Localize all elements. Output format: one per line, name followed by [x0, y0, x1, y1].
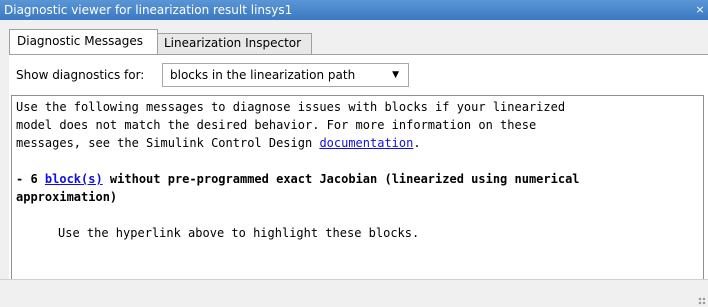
- intro-line-1: Use the following messages to diagnose i…: [16, 100, 566, 114]
- dropdown-selected-value: blocks in the linearization path: [170, 68, 356, 82]
- tab-linearization-inspector[interactable]: Linearization Inspector: [158, 33, 312, 54]
- window-titlebar: Diagnostic viewer for linearization resu…: [0, 0, 708, 20]
- diagnostic-item-continued: approximation): [16, 190, 118, 204]
- diagnostic-messages-panel: Show diagnostics for: blocks in the line…: [9, 54, 708, 307]
- filter-row: Show diagnostics for: blocks in the line…: [9, 55, 708, 95]
- blocks-link[interactable]: block(s): [45, 172, 103, 186]
- close-icon[interactable]: ×: [694, 0, 706, 20]
- item-prefix: - 6: [16, 172, 45, 186]
- intro-line-3-suffix: .: [413, 136, 421, 150]
- item-description: without pre-programmed exact Jacobian (l…: [102, 172, 580, 186]
- highlight-hint: Use the hyperlink above to highlight the…: [58, 226, 420, 240]
- intro-line-2: model does not match the desired behavio…: [16, 118, 537, 132]
- tab-strip: Diagnostic Messages Linearization Inspec…: [0, 20, 708, 54]
- show-diagnostics-label: Show diagnostics for:: [16, 68, 145, 82]
- intro-line-3: messages, see the Simulink Control Desig…: [16, 134, 421, 152]
- status-bar: [0, 279, 708, 307]
- intro-line-3-text: messages, see the Simulink Control Desig…: [16, 136, 320, 150]
- documentation-link[interactable]: documentation: [319, 136, 413, 150]
- window-title: Diagnostic viewer for linearization resu…: [4, 3, 293, 17]
- resize-grip-icon[interactable]: [698, 297, 706, 305]
- diagnostic-item: - 6 block(s) without pre-programmed exac…: [16, 170, 580, 188]
- chevron-down-icon: ▼: [392, 70, 399, 80]
- tab-diagnostic-messages[interactable]: Diagnostic Messages: [9, 29, 158, 54]
- diagnostics-filter-dropdown[interactable]: blocks in the linearization path ▼: [162, 63, 409, 87]
- messages-text-area[interactable]: Use the following messages to diagnose i…: [11, 95, 704, 289]
